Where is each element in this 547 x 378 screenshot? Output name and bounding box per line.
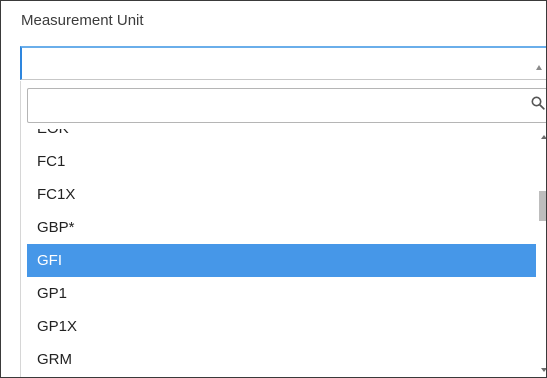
search-input[interactable] — [27, 88, 546, 123]
list-item[interactable]: GRM — [27, 343, 539, 376]
list-item-selected[interactable]: GFI — [27, 244, 539, 277]
scrollbar[interactable] — [536, 129, 546, 377]
list-item[interactable]: EOK — [27, 129, 539, 145]
list-item[interactable]: FC1 — [27, 145, 539, 178]
chevron-up-icon[interactable] — [536, 65, 542, 70]
measurement-unit-panel: Measurement Unit EOK FC1 FC1X GBP* GFI G… — [0, 0, 547, 378]
list-item[interactable]: GBP* — [27, 211, 539, 244]
scroll-up-arrow-icon[interactable] — [541, 135, 546, 139]
dropdown-panel: EOK FC1 FC1X GBP* GFI GP1 GP1X GRM — [20, 81, 546, 377]
list-item[interactable]: GP1X — [27, 310, 539, 343]
search-icon — [531, 96, 545, 110]
scroll-down-arrow-icon[interactable] — [541, 368, 546, 372]
measurement-unit-select[interactable] — [20, 46, 546, 80]
measurement-unit-label: Measurement Unit — [21, 12, 144, 29]
list-item[interactable]: GP1 — [27, 277, 539, 310]
scroll-thumb[interactable] — [539, 191, 546, 221]
list-item[interactable]: FC1X — [27, 178, 539, 211]
options-list: EOK FC1 FC1X GBP* GFI GP1 GP1X GRM — [27, 129, 539, 377]
